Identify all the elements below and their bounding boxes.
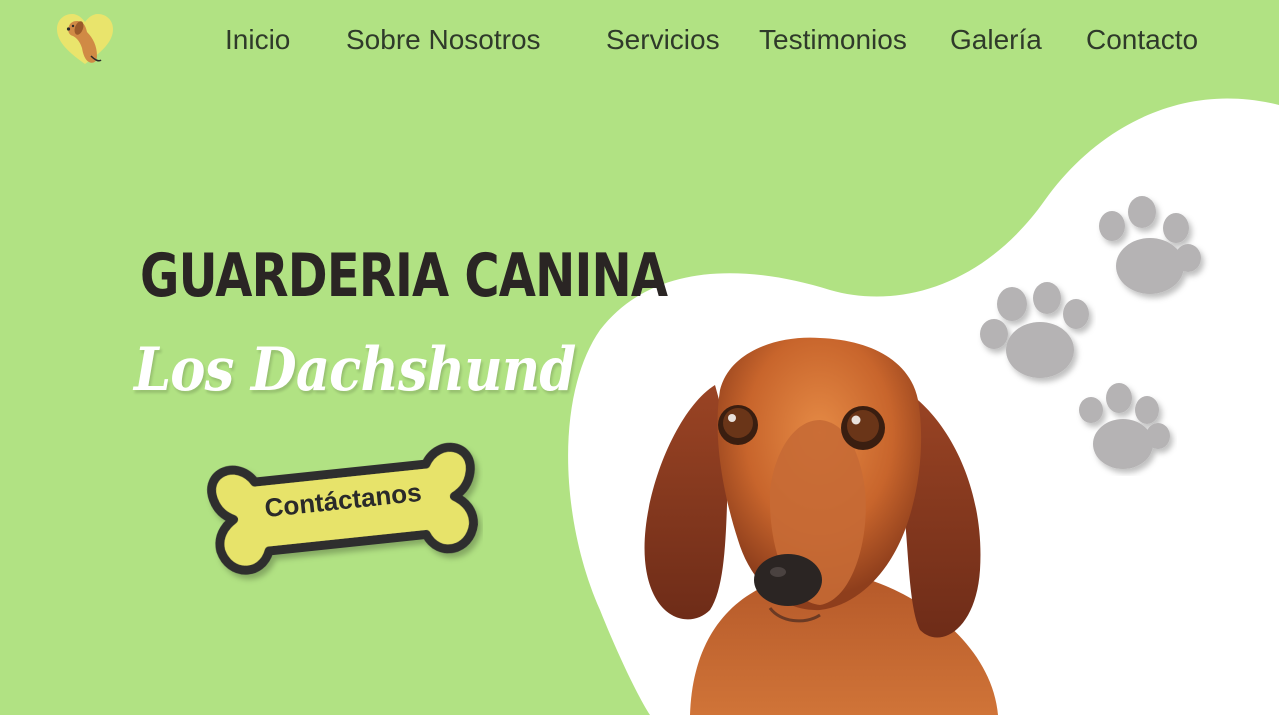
nav-testimonios[interactable]: Testimonios	[759, 22, 907, 58]
hero-title: GUARDERIA CANINA	[140, 241, 668, 311]
contact-bone-button[interactable]: Contáctanos	[203, 428, 483, 588]
nav-servicios[interactable]: Servicios	[606, 22, 720, 58]
nav-inicio[interactable]: Inicio	[225, 22, 290, 58]
landing-page: Inicio Sobre Nosotros Servicios Testimon…	[0, 0, 1279, 715]
dachshund-dog-photo	[644, 337, 998, 715]
hero-subtitle: Los Dachshund	[134, 335, 576, 405]
nav-galeria[interactable]: Galería	[950, 22, 1042, 58]
nav-sobre-nosotros[interactable]: Sobre Nosotros	[346, 22, 541, 58]
dachshund-heart-logo[interactable]	[55, 12, 115, 68]
nav-contacto[interactable]: Contacto	[1086, 22, 1198, 58]
paw-print-icon	[1079, 383, 1170, 469]
paw-print-icon	[1099, 196, 1201, 294]
